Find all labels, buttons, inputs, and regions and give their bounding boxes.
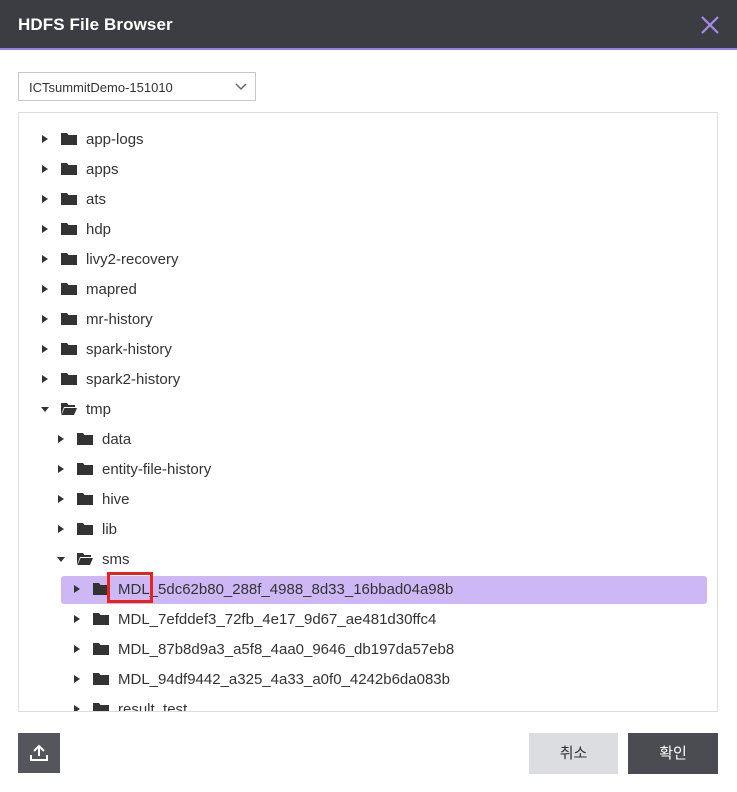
tree-item-label: data [102, 431, 132, 448]
folder-icon [61, 253, 77, 265]
caret-right-icon[interactable] [56, 434, 66, 444]
dialog-title: HDFS File Browser [18, 15, 173, 34]
folder-icon [61, 133, 77, 145]
folder-icon [93, 703, 109, 711]
tree-item-label: result_test [118, 701, 188, 712]
highlight-marker [107, 572, 153, 603]
tree-item-label: lib [102, 521, 118, 538]
tree-item[interactable]: mapred [19, 274, 717, 304]
tree-item-label: livy2-recovery [86, 251, 179, 268]
cluster-select[interactable]: ICTsummitDemo-151010 [18, 72, 256, 101]
tree-item[interactable]: MDL_94df9442_a325_4a33_a0f0_4242b6da083b [19, 664, 717, 694]
tree-item-label: mapred [86, 281, 137, 298]
tree-item[interactable]: ats [19, 184, 717, 214]
tree-item-label: entity-file-history [102, 461, 212, 478]
tree-item[interactable]: spark2-history [19, 364, 717, 394]
tree-item[interactable]: mr-history [19, 304, 717, 334]
caret-right-icon[interactable] [72, 674, 82, 684]
caret-right-icon[interactable] [40, 164, 50, 174]
tree-item-label: apps [86, 161, 119, 178]
tree-item-label: app-logs [86, 131, 144, 148]
caret-right-icon[interactable] [40, 224, 50, 234]
folder-icon [93, 673, 109, 685]
tree-item[interactable]: tmp [19, 394, 717, 424]
folder-icon [61, 163, 77, 175]
tree-item[interactable]: spark-history [19, 334, 717, 364]
folder-icon [77, 523, 93, 535]
caret-right-icon[interactable] [40, 314, 50, 324]
folder-open-icon [61, 403, 77, 415]
caret-right-icon[interactable] [40, 194, 50, 204]
folder-icon [77, 493, 93, 505]
tree-item[interactable]: MDL_87b8d9a3_a5f8_4aa0_9646_db197da57eb8 [19, 634, 717, 664]
tree-item[interactable]: sms [19, 544, 717, 574]
tree-item[interactable]: livy2-recovery [19, 244, 717, 274]
tree-item-label: MDL_94df9442_a325_4a33_a0f0_4242b6da083b [118, 671, 450, 688]
tree-item-label: ats [86, 191, 107, 208]
caret-right-icon[interactable] [40, 134, 50, 144]
close-icon[interactable] [699, 14, 721, 36]
tree-item-label: spark-history [86, 341, 172, 358]
caret-right-icon[interactable] [56, 464, 66, 474]
upload-icon [30, 744, 48, 761]
tree-item-label: tmp [86, 401, 112, 418]
tree-item-label: MDL_87b8d9a3_a5f8_4aa0_9646_db197da57eb8 [118, 641, 455, 658]
caret-right-icon[interactable] [72, 614, 82, 624]
chevron-down-icon [235, 83, 247, 91]
folder-icon [61, 343, 77, 355]
tree-item-label: MDL_5dc62b80_288f_4988_8d33_16bbad04a98b [118, 581, 454, 598]
tree-item-label: hive [102, 491, 130, 508]
title-bar: HDFS File Browser [0, 0, 737, 50]
ok-button[interactable]: 확인 [628, 733, 718, 774]
tree-item[interactable]: data [19, 424, 717, 454]
tree-item[interactable]: app-logs [19, 124, 717, 154]
caret-right-icon[interactable] [40, 344, 50, 354]
folder-icon [93, 643, 109, 655]
caret-right-icon[interactable] [56, 494, 66, 504]
tree-item-label: MDL_7efddef3_72fb_4e17_9d67_ae481d30ffc4 [118, 611, 437, 628]
folder-icon [61, 223, 77, 235]
cluster-select-value: ICTsummitDemo-151010 [29, 80, 173, 95]
tree-item-label: spark2-history [86, 371, 181, 388]
file-tree[interactable]: app-logs apps ats hdp livy2-recovery mapred mr… [18, 112, 718, 712]
tree-item[interactable]: hdp [19, 214, 717, 244]
caret-right-icon[interactable] [72, 644, 82, 654]
caret-down-icon[interactable] [40, 404, 50, 414]
tree-item[interactable]: MDL_7efddef3_72fb_4e17_9d67_ae481d30ffc4 [19, 604, 717, 634]
folder-icon [93, 613, 109, 625]
tree-item[interactable]: apps [19, 154, 717, 184]
cancel-button[interactable]: 취소 [529, 733, 618, 774]
folder-icon [61, 373, 77, 385]
folder-icon [61, 313, 77, 325]
tree-item[interactable]: entity-file-history [19, 454, 717, 484]
caret-right-icon[interactable] [56, 524, 66, 534]
caret-right-icon[interactable] [40, 254, 50, 264]
caret-right-icon[interactable] [72, 704, 82, 712]
caret-down-icon[interactable] [56, 554, 66, 564]
tree-item-label: sms [102, 551, 130, 568]
folder-icon [61, 193, 77, 205]
tree-item[interactable]: result_test [19, 694, 717, 712]
folder-icon [61, 283, 77, 295]
tree-item-label: mr-history [86, 311, 153, 328]
folder-icon [77, 463, 93, 475]
folder-icon [77, 433, 93, 445]
upload-button[interactable] [18, 733, 60, 773]
tree-item[interactable]: lib [19, 514, 717, 544]
folder-open-icon [77, 553, 93, 565]
hdfs-file-browser-dialog: HDFS File Browser ICTsummitDemo-151010 a… [0, 0, 737, 792]
caret-right-icon[interactable] [72, 584, 82, 594]
caret-right-icon[interactable] [40, 374, 50, 384]
tree-item[interactable]: hive [19, 484, 717, 514]
caret-right-icon[interactable] [40, 284, 50, 294]
tree-item-label: hdp [86, 221, 112, 238]
